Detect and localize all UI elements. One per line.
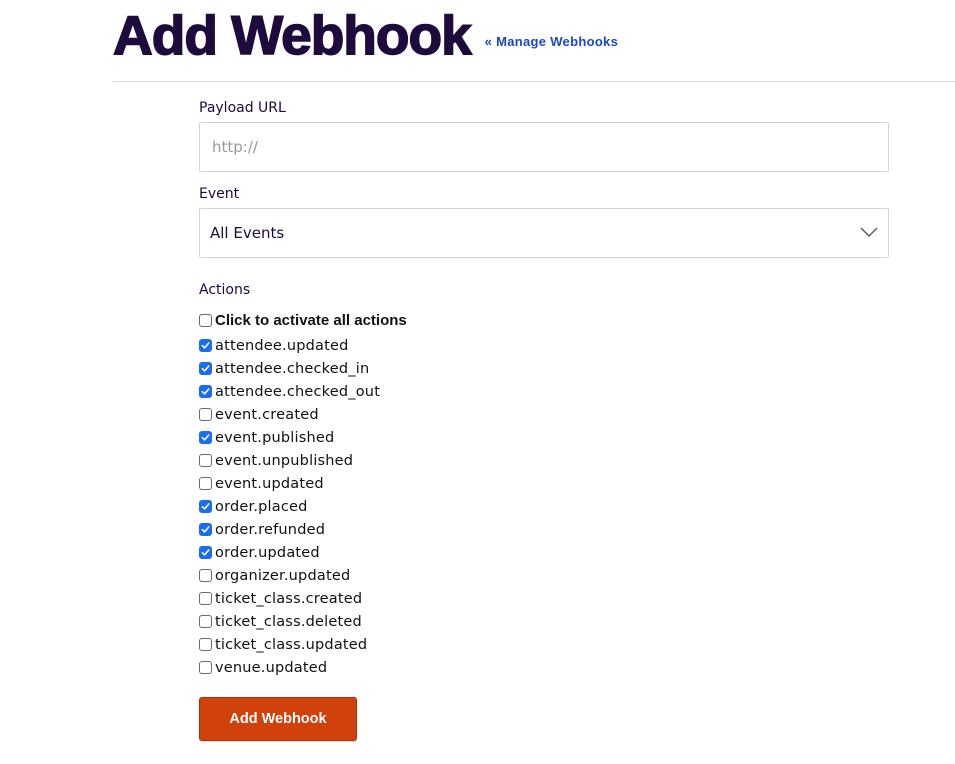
payload-url-group: Payload URL: [199, 100, 889, 172]
action-label: organizer.updated: [215, 567, 351, 584]
checkbox-unchecked[interactable]: [199, 592, 212, 605]
payload-url-input[interactable]: [199, 122, 889, 172]
checkbox-unchecked[interactable]: [199, 454, 212, 467]
action-label: event.published: [215, 429, 335, 446]
action-label: ticket_class.updated: [215, 636, 368, 653]
action-item[interactable]: event.published: [199, 426, 889, 449]
action-label: order.updated: [215, 544, 320, 561]
action-item[interactable]: order.updated: [199, 541, 889, 564]
action-label: order.refunded: [215, 521, 326, 538]
action-item[interactable]: event.updated: [199, 472, 889, 495]
checkbox-unchecked[interactable]: [199, 615, 212, 628]
add-webhook-button[interactable]: Add Webhook: [199, 697, 357, 741]
action-item[interactable]: attendee.checked_out: [199, 380, 889, 403]
action-item[interactable]: attendee.checked_in: [199, 357, 889, 380]
checkbox-unchecked[interactable]: [199, 408, 212, 421]
action-item[interactable]: event.unpublished: [199, 449, 889, 472]
event-select-value: All Events: [210, 224, 285, 242]
action-item[interactable]: order.placed: [199, 495, 889, 518]
select-all-actions[interactable]: Click to activate all actions: [199, 306, 889, 334]
checkbox-checked[interactable]: [199, 500, 212, 513]
action-label: ticket_class.created: [215, 590, 363, 607]
checkbox-unchecked[interactable]: [199, 477, 212, 490]
action-label: order.placed: [215, 498, 308, 515]
actions-list: attendee.updated attendee.checked_inatten…: [199, 334, 889, 679]
action-item[interactable]: attendee.updated: [199, 334, 889, 357]
page-header: Add Webhook « Manage Webhooks: [112, 4, 618, 66]
action-label: attendee.checked_in: [215, 360, 370, 377]
action-label: venue.updated: [215, 659, 328, 676]
action-label: attendee.checked_out: [215, 383, 381, 400]
action-label: event.created: [215, 406, 319, 423]
action-item[interactable]: event.created: [199, 403, 889, 426]
checkbox-checked[interactable]: [199, 339, 212, 352]
checkbox-unchecked[interactable]: [199, 569, 212, 582]
select-all-label: Click to activate all actions: [215, 311, 407, 329]
checkbox-unchecked[interactable]: [199, 638, 212, 651]
action-item[interactable]: organizer.updated: [199, 564, 889, 587]
action-label: ticket_class.deleted: [215, 613, 362, 630]
chevron-down-icon: [860, 224, 878, 242]
checkbox-checked[interactable]: [199, 385, 212, 398]
checkbox-checked[interactable]: [199, 523, 212, 536]
payload-url-label: Payload URL: [199, 100, 286, 116]
checkbox-unchecked[interactable]: [199, 661, 212, 674]
action-item[interactable]: ticket_class.updated: [199, 633, 889, 656]
action-label: event.updated: [215, 475, 324, 492]
action-item[interactable]: venue.updated: [199, 656, 889, 679]
event-select[interactable]: All Events: [199, 208, 889, 258]
event-group: Event All Events: [199, 186, 889, 258]
checkbox-checked[interactable]: [199, 546, 212, 559]
actions-label: Actions: [199, 282, 251, 298]
action-item[interactable]: order.refunded: [199, 518, 889, 541]
select-all-checkbox[interactable]: [199, 313, 212, 327]
manage-webhooks-link[interactable]: « Manage Webhooks: [485, 34, 618, 49]
event-label: Event: [199, 186, 240, 202]
action-item[interactable]: ticket_class.created: [199, 587, 889, 610]
action-label: attendee.updated: [215, 337, 349, 354]
checkbox-checked[interactable]: [199, 431, 212, 444]
action-item[interactable]: ticket_class.deleted: [199, 610, 889, 633]
action-label: event.unpublished: [215, 452, 354, 469]
page-title: Add Webhook: [112, 4, 472, 66]
checkbox-checked[interactable]: [199, 362, 212, 375]
add-webhook-form: Payload URL Event All Events Actions Cli…: [199, 100, 889, 741]
header-divider: [113, 81, 955, 82]
